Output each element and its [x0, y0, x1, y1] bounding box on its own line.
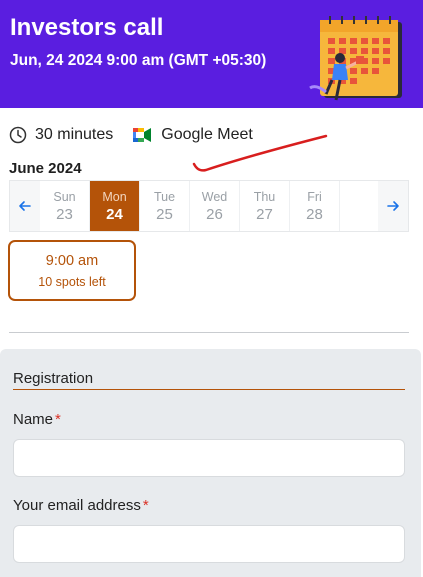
- calendar-illustration: [309, 16, 402, 101]
- date-picker-strip: Sun 23 Mon 24 Tue 25 Wed 26 Thu 27 Fri 2…: [9, 180, 409, 232]
- day-list-spacer: [340, 181, 378, 231]
- event-datetime: Jun, 24 2024 9:00 am (GMT +05:30): [10, 52, 267, 69]
- arrow-right-icon: [387, 201, 399, 211]
- email-input[interactable]: [13, 525, 405, 563]
- event-title: Investors call: [10, 14, 164, 41]
- email-label-text: Your email address: [13, 497, 141, 514]
- section-divider: [9, 332, 409, 333]
- registration-underline: [13, 389, 405, 390]
- day-date: 25: [156, 205, 173, 223]
- day-list: Sun 23 Mon 24 Tue 25 Wed 26 Thu 27 Fri 2…: [40, 181, 378, 231]
- google-meet-icon: [133, 128, 152, 142]
- time-slot-button[interactable]: 9:00 am 10 spots left: [8, 240, 136, 301]
- day-date: 24: [106, 205, 123, 223]
- day-date: 26: [206, 205, 223, 223]
- day-date: 27: [256, 205, 273, 223]
- next-week-button[interactable]: [378, 181, 408, 231]
- month-label: June 2024: [9, 160, 82, 177]
- event-header: Investors call Jun, 24 2024 9:00 am (GMT…: [0, 0, 423, 108]
- required-asterisk: *: [55, 411, 61, 428]
- name-field-label: Name *: [13, 411, 61, 428]
- clock-icon: [9, 126, 27, 144]
- day-cell-fri[interactable]: Fri 28: [290, 181, 340, 231]
- day-cell-mon-selected[interactable]: Mon 24: [90, 181, 140, 231]
- required-asterisk: *: [142, 497, 149, 514]
- red-scribble-mark: [192, 134, 328, 172]
- day-date: 23: [56, 205, 73, 223]
- day-name: Sun: [53, 189, 76, 204]
- name-input[interactable]: [13, 439, 405, 477]
- day-name: Thu: [253, 189, 276, 204]
- day-name: Mon: [102, 189, 127, 204]
- prev-week-button[interactable]: [10, 181, 40, 231]
- day-name: Fri: [307, 189, 322, 204]
- registration-title: Registration: [13, 370, 94, 387]
- email-field-label: Your email address *: [13, 497, 149, 514]
- name-label-text: Name: [13, 411, 54, 428]
- day-name: Tue: [153, 189, 176, 204]
- arrow-left-icon: [19, 201, 31, 211]
- slot-time: 9:00 am: [45, 252, 99, 269]
- duration-text: 30 minutes: [35, 126, 114, 143]
- day-cell-wed[interactable]: Wed 26: [190, 181, 240, 231]
- day-name: Wed: [201, 189, 228, 204]
- day-cell-sun[interactable]: Sun 23: [40, 181, 90, 231]
- day-date: 28: [306, 205, 323, 223]
- day-cell-tue[interactable]: Tue 25: [140, 181, 190, 231]
- slot-spots-left: 10 spots left: [38, 274, 106, 289]
- day-cell-thu[interactable]: Thu 27: [240, 181, 290, 231]
